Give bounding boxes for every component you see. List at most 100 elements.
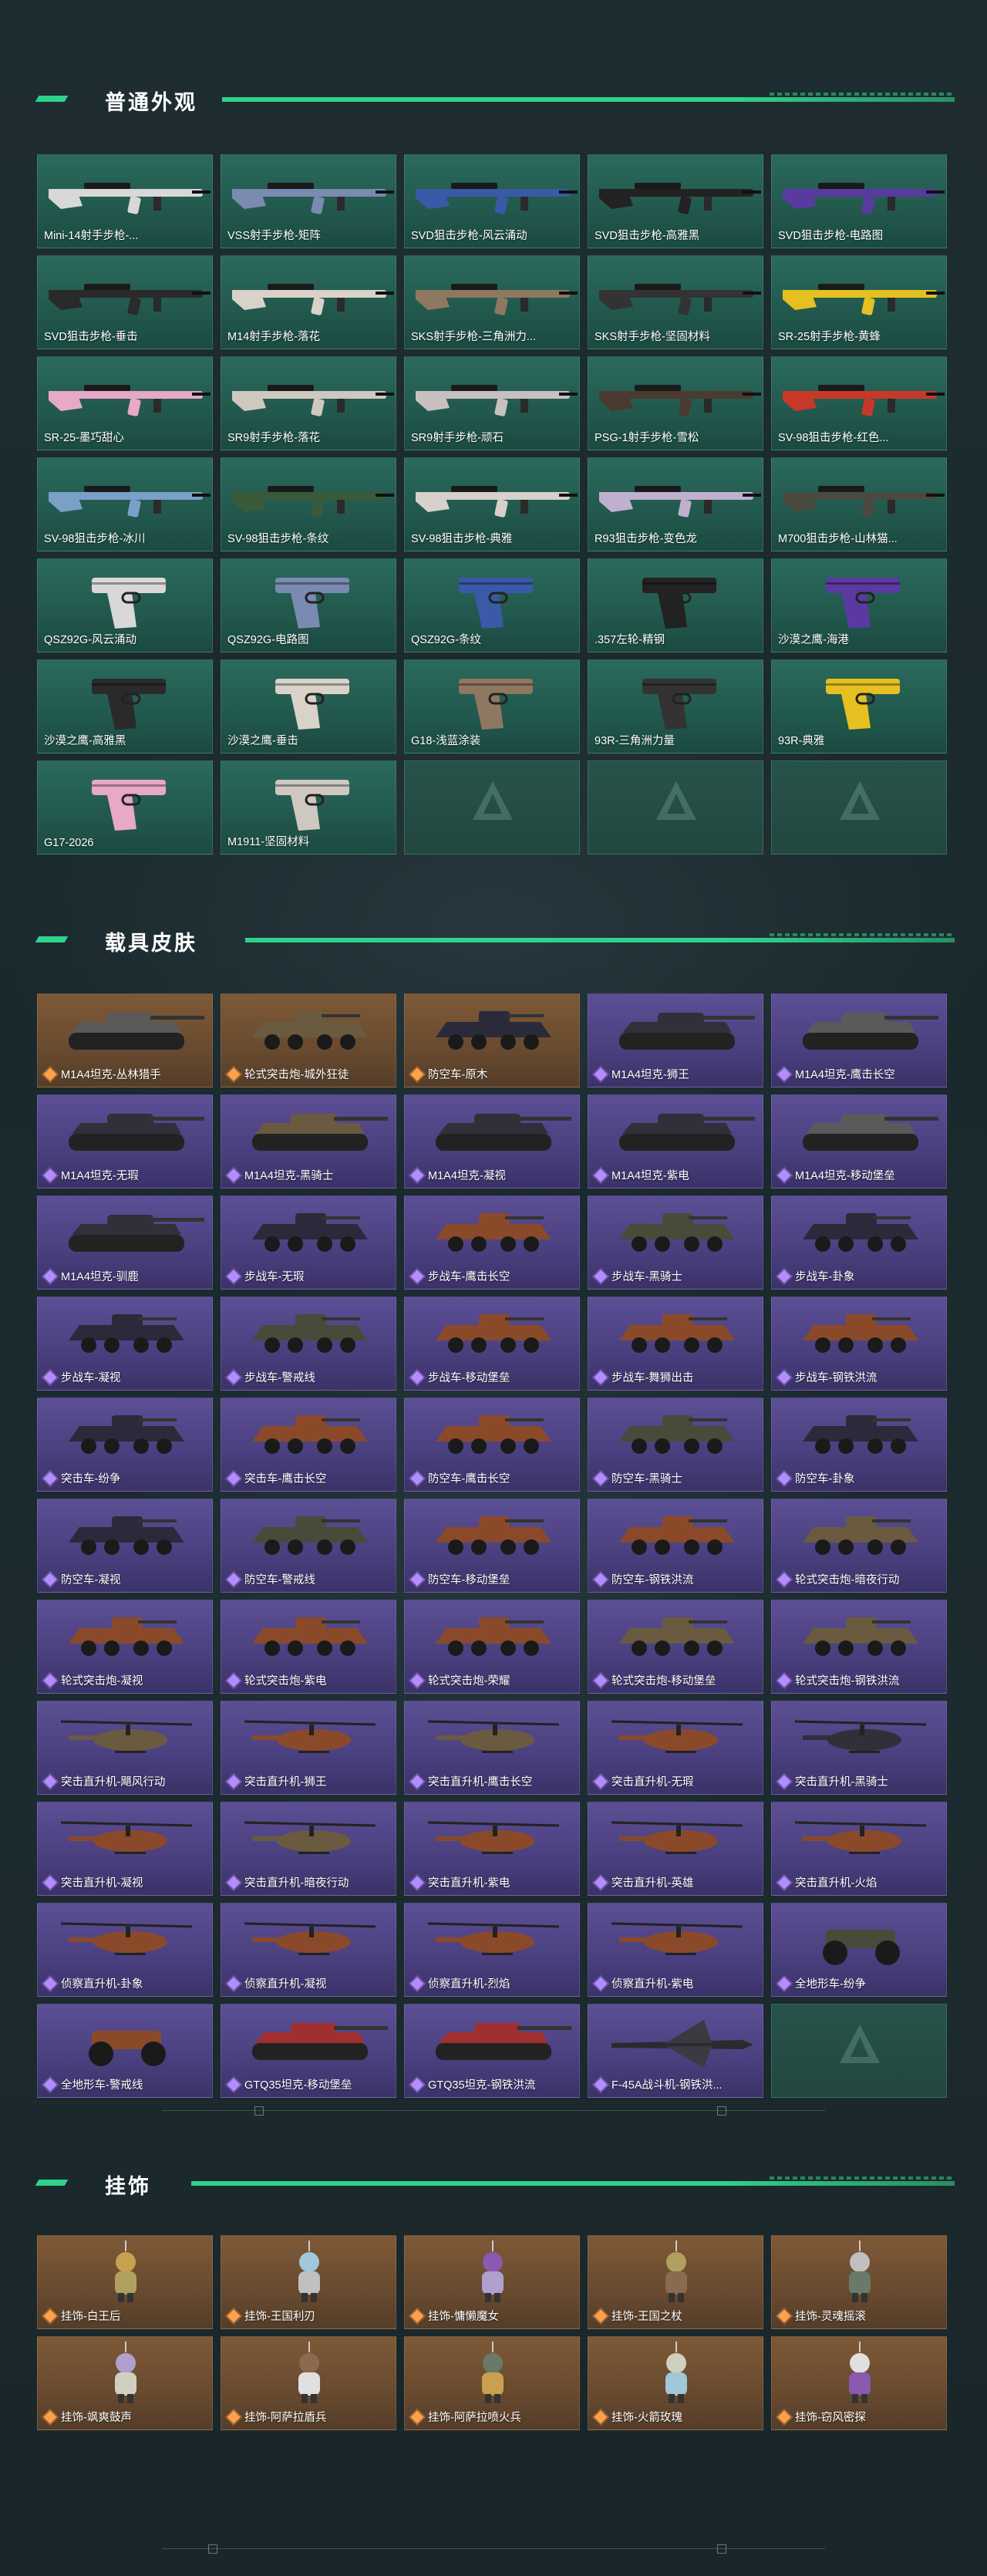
weapon-card[interactable]: SKS射手步枪-三角洲力... xyxy=(404,255,580,349)
vehicle-card[interactable]: 轮式突击炮-移动堡垒 xyxy=(588,1600,763,1694)
vehicle-card[interactable]: 防空车-钢铁洪流 xyxy=(588,1499,763,1593)
vehicle-card[interactable]: 侦察直升机-卦象 xyxy=(37,1903,213,1997)
weapon-card[interactable]: Mini-14射手步枪-... xyxy=(37,154,213,248)
vehicle-card[interactable]: F-45A战斗机-钢铁洪... xyxy=(588,2004,763,2098)
charm-card[interactable]: 挂饰-慵懒魔女 xyxy=(404,2235,580,2329)
vehicle-card[interactable]: 轮式突击炮-紫电 xyxy=(221,1600,396,1694)
weapon-card[interactable]: SR9射手步枪-顽石 xyxy=(404,356,580,450)
weapon-card[interactable]: PSG-1射手步枪-雪松 xyxy=(588,356,763,450)
vehicle-card[interactable]: 防空车-警戒线 xyxy=(221,1499,396,1593)
vehicle-card[interactable]: 突击车-纷争 xyxy=(37,1398,213,1492)
vehicle-card[interactable]: 突击直升机-紫电 xyxy=(404,1802,580,1896)
vehicle-card[interactable]: M1A4坦克-丛林猎手 xyxy=(37,993,213,1087)
weapon-card[interactable]: SR9射手步枪-落花 xyxy=(221,356,396,450)
vehicle-card[interactable]: 突击车-鹰击长空 xyxy=(221,1398,396,1492)
charm-card[interactable]: 挂饰-王国之杖 xyxy=(588,2235,763,2329)
vehicle-card[interactable]: 步战车-警戒线 xyxy=(221,1296,396,1391)
weapon-card[interactable]: SVD狙击步枪-电路图 xyxy=(771,154,947,248)
weapon-card[interactable]: SR-25射手步枪-黄蜂 xyxy=(771,255,947,349)
vehicle-card[interactable]: 突击直升机-无瑕 xyxy=(588,1701,763,1795)
weapon-name: SKS射手步枪-坚固材料 xyxy=(595,331,710,343)
vehicle-card[interactable]: 全地形车-纷争 xyxy=(771,1903,947,1997)
vehicle-card[interactable]: 侦察直升机-烈焰 xyxy=(404,1903,580,1997)
vehicle-card[interactable]: 轮式突击炮-荣耀 xyxy=(404,1600,580,1694)
charm-card[interactable]: 挂饰-飒爽鼓声 xyxy=(37,2336,213,2430)
vehicle-card[interactable]: M1A4坦克-凝视 xyxy=(404,1094,580,1189)
vehicle-card[interactable]: M1A4坦克-无瑕 xyxy=(37,1094,213,1189)
vehicle-card[interactable]: 步战车-钢铁洪流 xyxy=(771,1296,947,1391)
weapon-card[interactable]: SKS射手步枪-坚固材料 xyxy=(588,255,763,349)
weapon-card[interactable]: SV-98狙击步枪-冰川 xyxy=(37,457,213,551)
diamond-icon xyxy=(227,1269,241,1283)
vehicle-card[interactable]: 防空车-移动堡垒 xyxy=(404,1499,580,1593)
charm-card[interactable]: 挂饰-窃风密探 xyxy=(771,2336,947,2430)
weapon-card[interactable]: M700狙击步枪-山林猫... xyxy=(771,457,947,551)
charm-card[interactable]: 挂饰-阿萨拉喷火兵 xyxy=(404,2336,580,2430)
vehicle-card[interactable]: GTQ35坦克-钢铁洪流 xyxy=(404,2004,580,2098)
vehicle-card[interactable]: M1A4坦克-黑骑士 xyxy=(221,1094,396,1189)
vehicle-card[interactable]: 突击直升机-暗夜行动 xyxy=(221,1802,396,1896)
vehicle-card[interactable]: GTQ35坦克-移动堡垒 xyxy=(221,2004,396,2098)
weapon-card[interactable]: SVD狙击步枪-垂击 xyxy=(37,255,213,349)
weapon-card[interactable]: G17-2026 xyxy=(37,760,213,855)
vehicle-card[interactable]: 突击直升机-黑骑士 xyxy=(771,1701,947,1795)
vehicle-card[interactable]: 步战车-鹰击长空 xyxy=(404,1195,580,1290)
weapon-card[interactable]: 93R-典雅 xyxy=(771,659,947,754)
vehicle-card[interactable]: 防空车-鹰击长空 xyxy=(404,1398,580,1492)
vehicle-card[interactable]: M1A4坦克-紫电 xyxy=(588,1094,763,1189)
charm-card[interactable]: 挂饰-阿萨拉盾兵 xyxy=(221,2336,396,2430)
weapon-card[interactable]: VSS射手步枪-矩阵 xyxy=(221,154,396,248)
vehicle-card[interactable]: 防空车-黑骑士 xyxy=(588,1398,763,1492)
weapon-card[interactable]: QSZ92G-条纹 xyxy=(404,558,580,652)
vehicle-card[interactable]: 侦察直升机-紫电 xyxy=(588,1903,763,1997)
charm-card[interactable]: 挂饰-火箭玫瑰 xyxy=(588,2336,763,2430)
weapon-card[interactable]: 沙漠之鹰-海港 xyxy=(771,558,947,652)
charm-card[interactable]: 挂饰-灵魂摇滚 xyxy=(771,2235,947,2329)
weapon-card[interactable]: 沙漠之鹰-高雅黑 xyxy=(37,659,213,754)
vehicle-card[interactable]: 防空车-原木 xyxy=(404,993,580,1087)
vehicle-card[interactable]: 步战车-凝视 xyxy=(37,1296,213,1391)
weapon-card[interactable]: M1911-坚固材料 xyxy=(221,760,396,855)
weapon-card[interactable]: M14射手步枪-落花 xyxy=(221,255,396,349)
vehicle-card[interactable]: 突击直升机-鹰击长空 xyxy=(404,1701,580,1795)
vehicle-card[interactable]: M1A4坦克-驯鹿 xyxy=(37,1195,213,1290)
vehicle-card[interactable]: 步战车-卦象 xyxy=(771,1195,947,1290)
vehicle-card[interactable]: 突击直升机-狮王 xyxy=(221,1701,396,1795)
weapon-card[interactable]: SV-98狙击步枪-条纹 xyxy=(221,457,396,551)
vehicle-card[interactable]: M1A4坦克-狮王 xyxy=(588,993,763,1087)
vehicle-card[interactable]: 轮式突击炮-钢铁洪流 xyxy=(771,1600,947,1694)
section-title: 普通外观 xyxy=(105,91,197,115)
weapon-card[interactable]: QSZ92G-电路图 xyxy=(221,558,396,652)
weapon-card[interactable]: 93R-三角洲力量 xyxy=(588,659,763,754)
vehicle-card[interactable]: M1A4坦克-移动堡垒 xyxy=(771,1094,947,1189)
vehicle-card[interactable]: 侦察直升机-凝视 xyxy=(221,1903,396,1997)
weapon-card[interactable]: SVD狙击步枪-风云涌动 xyxy=(404,154,580,248)
vehicle-card[interactable]: 突击直升机-英雄 xyxy=(588,1802,763,1896)
vehicle-card[interactable]: 突击直升机-飓风行动 xyxy=(37,1701,213,1795)
vehicle-card[interactable]: M1A4坦克-鹰击长空 xyxy=(771,993,947,1087)
weapon-card[interactable]: SV-98狙击步枪-典雅 xyxy=(404,457,580,551)
weapon-card[interactable]: .357左轮-精钢 xyxy=(588,558,763,652)
charm-card[interactable]: 挂饰-王国利刃 xyxy=(221,2235,396,2329)
vehicle-card[interactable]: 步战车-黑骑士 xyxy=(588,1195,763,1290)
vehicle-card[interactable]: 步战车-无瑕 xyxy=(221,1195,396,1290)
weapon-card[interactable]: SVD狙击步枪-高雅黑 xyxy=(588,154,763,248)
vehicle-card[interactable]: 突击直升机-火焰 xyxy=(771,1802,947,1896)
vehicle-card[interactable]: 步战车-移动堡垒 xyxy=(404,1296,580,1391)
vehicle-card[interactable]: 步战车-舞狮出击 xyxy=(588,1296,763,1391)
vehicle-card[interactable]: 轮式突击炮-凝视 xyxy=(37,1600,213,1694)
weapon-card[interactable]: QSZ92G-风云涌动 xyxy=(37,558,213,652)
vehicle-card[interactable]: 轮式突击炮-城外狂徒 xyxy=(221,993,396,1087)
charm-card[interactable]: 挂饰-白王后 xyxy=(37,2235,213,2329)
vehicle-card[interactable]: 突击直升机-凝视 xyxy=(37,1802,213,1896)
weapon-card[interactable]: SR-25-墨巧甜心 xyxy=(37,356,213,450)
weapon-card[interactable]: SV-98狙击步枪-红色... xyxy=(771,356,947,450)
diamond-icon xyxy=(777,1472,791,1485)
vehicle-card[interactable]: 防空车-凝视 xyxy=(37,1499,213,1593)
weapon-card[interactable]: R93狙击步枪-变色龙 xyxy=(588,457,763,551)
vehicle-card[interactable]: 轮式突击炮-暗夜行动 xyxy=(771,1499,947,1593)
weapon-card[interactable]: G18-浅蓝涂装 xyxy=(404,659,580,754)
vehicle-card[interactable]: 防空车-卦象 xyxy=(771,1398,947,1492)
weapon-card[interactable]: 沙漠之鹰-垂击 xyxy=(221,659,396,754)
vehicle-card[interactable]: 全地形车-警戒线 xyxy=(37,2004,213,2098)
